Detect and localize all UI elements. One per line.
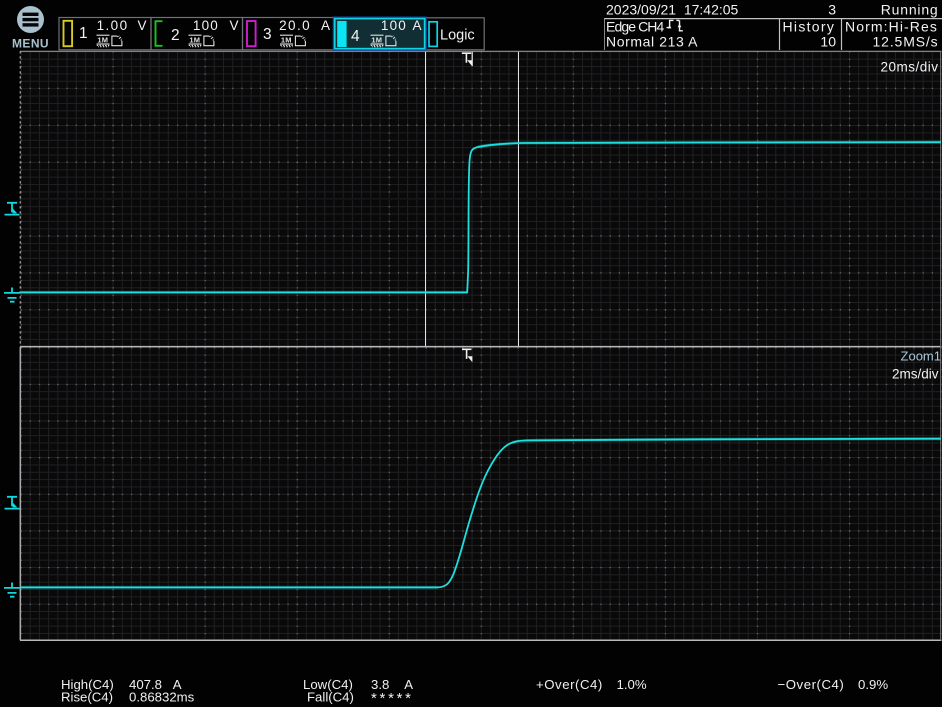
svg-text:1M: 1M	[97, 36, 108, 45]
svg-text:V: V	[137, 18, 146, 33]
svg-text:MENU: MENU	[12, 37, 49, 51]
svg-text:1.00: 1.00	[97, 18, 129, 33]
svg-text:History: History	[783, 19, 836, 35]
svg-text:A: A	[321, 18, 330, 33]
svg-text:100: 100	[193, 18, 219, 33]
svg-text:Rise(C4): Rise(C4)	[61, 690, 113, 705]
svg-text:0.9%: 0.9%	[858, 677, 888, 692]
svg-text:Logic: Logic	[440, 28, 475, 44]
svg-text:Normal 213 A: Normal 213 A	[606, 34, 698, 50]
svg-text:Fall(C4): Fall(C4)	[307, 690, 354, 705]
svg-text:*****: *****	[371, 690, 414, 707]
svg-text:100: 100	[381, 18, 407, 33]
svg-text:2ms/div: 2ms/div	[892, 367, 939, 382]
svg-text:12.5MS/s: 12.5MS/s	[873, 34, 939, 50]
svg-text:3: 3	[828, 2, 836, 18]
svg-text:20ms/div: 20ms/div	[880, 60, 938, 75]
svg-text:2: 2	[171, 27, 180, 44]
svg-text:2023/09/21 17:42:05: 2023/09/21 17:42:05	[606, 2, 739, 18]
svg-text:3: 3	[263, 26, 272, 43]
svg-text:+Over(C4): +Over(C4)	[536, 677, 603, 692]
svg-text:1: 1	[79, 25, 88, 42]
svg-text:Edge CH4: Edge CH4	[606, 19, 665, 35]
svg-text:10: 10	[820, 34, 836, 50]
svg-text:1.0%: 1.0%	[617, 677, 647, 692]
svg-text:Zoom1: Zoom1	[901, 349, 941, 364]
svg-text:20.0: 20.0	[279, 18, 311, 33]
svg-text:V: V	[229, 18, 238, 33]
svg-text:Running: Running	[881, 2, 939, 18]
svg-text:Norm:Hi-Res: Norm:Hi-Res	[845, 19, 938, 35]
svg-text:−Over(C4): −Over(C4)	[778, 677, 845, 692]
svg-text:0.86832ms: 0.86832ms	[129, 690, 195, 705]
svg-text:A: A	[412, 18, 421, 33]
svg-text:4: 4	[351, 28, 360, 45]
